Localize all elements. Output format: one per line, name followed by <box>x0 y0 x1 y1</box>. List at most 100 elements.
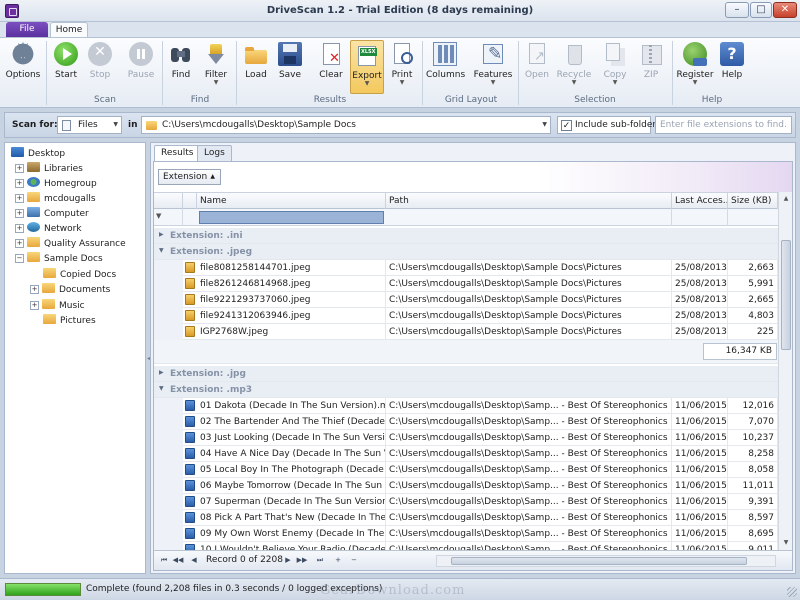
maximize-button[interactable]: □ <box>750 2 772 18</box>
path-filter-cell[interactable] <box>386 209 672 226</box>
column-header-size[interactable]: Size (KB) <box>728 193 778 209</box>
column-header-name[interactable]: Name <box>197 193 386 209</box>
recycle-bin-icon <box>562 42 586 66</box>
group-row[interactable]: ▼ Extension: .mp3 <box>154 382 778 398</box>
vertical-scrollbar[interactable]: ▲ ▼ <box>778 192 792 550</box>
zip-button[interactable]: ZIP <box>636 40 666 94</box>
next-record-icon[interactable]: ▶ <box>282 554 294 566</box>
scroll-down-icon[interactable]: ▼ <box>780 537 792 549</box>
table-row[interactable]: 10 I Wouldn't Believe Your Radio (Decade… <box>154 542 778 550</box>
horizontal-scrollbar[interactable] <box>436 555 776 567</box>
expand-icon[interactable]: + <box>30 301 39 310</box>
tree-item-copied-docs[interactable]: Copied Docs <box>43 268 116 282</box>
group-row[interactable]: ▶ Extension: .jpg <box>154 366 778 382</box>
start-button[interactable]: Start <box>50 40 82 94</box>
tree-item-documents[interactable]: + Documents <box>30 283 110 297</box>
tree-item-quality-assurance[interactable]: + Quality Assurance <box>15 237 126 251</box>
resize-grip-icon[interactable] <box>787 587 797 597</box>
table-row[interactable]: file9241312063946.jpeg C:\Users\mcdougall… <box>154 308 778 324</box>
group-row[interactable]: ▼ Extension: .jpeg <box>154 244 778 260</box>
include-subfolders-checkbox[interactable]: ✓ Include sub-folders? <box>557 116 666 134</box>
expand-icon[interactable]: + <box>15 194 24 203</box>
tab-logs[interactable]: Logs <box>197 145 232 161</box>
tree-item-music[interactable]: + Music <box>30 299 85 313</box>
tab-results[interactable]: Results <box>154 145 201 161</box>
expand-icon[interactable]: + <box>15 239 24 248</box>
table-row[interactable]: 08 Pick A Part That's New (Decade In The… <box>154 510 778 526</box>
export-button[interactable]: Export <box>350 40 384 94</box>
tab-file[interactable]: File <box>6 22 48 38</box>
group-by-extension-chip[interactable]: Extension ▲ <box>158 169 221 185</box>
scroll-up-icon[interactable]: ▲ <box>780 193 792 205</box>
stop-button[interactable]: Stop <box>84 40 116 94</box>
scan-type-select[interactable]: Files ▼ <box>57 116 122 134</box>
expand-icon[interactable]: + <box>30 285 39 294</box>
close-button[interactable]: ✕ <box>773 2 797 18</box>
table-row[interactable]: file8081258144701.jpeg C:\Users\mcdougall… <box>154 260 778 276</box>
scan-path-input[interactable]: C:\Users\mcdougalls\Desktop\Sample Docs … <box>141 116 551 134</box>
table-row[interactable]: file8261246814968.jpeg C:\Users\mcdougall… <box>154 276 778 292</box>
expand-icon[interactable]: + <box>15 164 24 173</box>
tree-item-pictures[interactable]: Pictures <box>43 314 96 328</box>
columns-button[interactable]: Columns <box>426 40 465 94</box>
tree-item-network[interactable]: + Network <box>15 222 82 236</box>
column-header-path[interactable]: Path <box>386 193 672 209</box>
tree-item-user[interactable]: + mcdougalls <box>15 192 96 206</box>
table-row[interactable]: 07 Superman (Decade In The Sun Version).… <box>154 494 778 510</box>
clear-button[interactable]: Clear <box>314 40 348 94</box>
collapse-group-icon[interactable]: ▼ <box>159 247 164 254</box>
filter-button[interactable]: Filter <box>200 40 232 94</box>
expand-group-icon[interactable]: ▶ <box>159 369 164 376</box>
table-row[interactable]: 09 My Own Worst Enemy (Decade In The Sun… <box>154 526 778 542</box>
tree-item-homegroup[interactable]: + Homegroup <box>15 177 97 191</box>
next-page-icon[interactable]: ▶▶ <box>296 554 308 566</box>
copy-button[interactable]: Copy <box>600 40 630 94</box>
load-button[interactable]: Load <box>240 40 272 94</box>
options-button[interactable]: Options <box>4 38 42 94</box>
register-button[interactable]: Register <box>676 40 714 94</box>
register-label: Register <box>676 70 714 80</box>
tree-item-computer[interactable]: + Computer <box>15 207 89 221</box>
group-row[interactable]: ▶ Extension: .ini <box>154 228 778 244</box>
find-button[interactable]: Find <box>166 40 196 94</box>
scan-for-label: Scan for: <box>12 120 58 130</box>
pause-button[interactable]: Pause <box>124 40 158 94</box>
table-row[interactable]: 06 Maybe Tomorrow (Decade In The Sun Ver… <box>154 478 778 494</box>
table-row[interactable]: IGP2768W.jpeg C:\Users\mcdougalls\Desktop… <box>154 324 778 340</box>
last-record-icon[interactable]: ⏭ <box>314 554 326 566</box>
table-row[interactable]: 01 Dakota (Decade In The Sun Version).mp… <box>154 398 778 414</box>
tree-item-desktop[interactable]: Desktop <box>11 147 65 161</box>
delete-record-icon[interactable]: − <box>348 554 360 566</box>
collapse-group-icon[interactable]: ▼ <box>159 385 164 392</box>
date-filter-cell[interactable] <box>672 209 728 226</box>
tree-item-sample-docs[interactable]: − Sample Docs <box>15 252 103 266</box>
print-button[interactable]: Print <box>386 40 418 94</box>
open-button[interactable]: Open <box>522 40 552 94</box>
table-row[interactable]: 04 Have A Nice Day (Decade In The Sun Ve… <box>154 446 778 462</box>
tab-home[interactable]: Home <box>50 22 88 38</box>
file-extensions-input[interactable] <box>655 116 792 134</box>
scrollbar-thumb[interactable] <box>781 240 791 350</box>
table-row[interactable]: 02 The Bartender And The Thief (Decade I… <box>154 414 778 430</box>
expand-group-icon[interactable]: ▶ <box>159 231 164 238</box>
add-record-icon[interactable]: + <box>332 554 344 566</box>
expand-icon[interactable]: + <box>15 209 24 218</box>
tree-item-libraries[interactable]: + Libraries <box>15 162 83 176</box>
table-row[interactable]: file9221293737060.jpeg C:\Users\mcdougall… <box>154 292 778 308</box>
recycle-button[interactable]: Recycle <box>556 40 592 94</box>
features-button[interactable]: Features <box>472 40 514 94</box>
scrollbar-thumb[interactable] <box>451 557 747 565</box>
table-row[interactable]: 05 Local Boy In The Photograph (Decade I… <box>154 462 778 478</box>
minimize-button[interactable]: – <box>725 2 749 18</box>
name-filter-cell[interactable] <box>199 211 384 224</box>
expand-icon[interactable]: + <box>15 224 24 233</box>
previous-page-icon[interactable]: ◀◀ <box>172 554 184 566</box>
column-header-last-access[interactable]: Last Acces... <box>672 193 728 209</box>
save-button[interactable]: Save <box>275 40 305 94</box>
previous-record-icon[interactable]: ◀ <box>188 554 200 566</box>
table-row[interactable]: 03 Just Looking (Decade In The Sun Versi… <box>154 430 778 446</box>
first-record-icon[interactable]: ⏮ <box>158 554 170 566</box>
help-button[interactable]: Help <box>717 40 747 94</box>
expand-icon[interactable]: + <box>15 179 24 188</box>
collapse-icon[interactable]: − <box>15 254 24 263</box>
